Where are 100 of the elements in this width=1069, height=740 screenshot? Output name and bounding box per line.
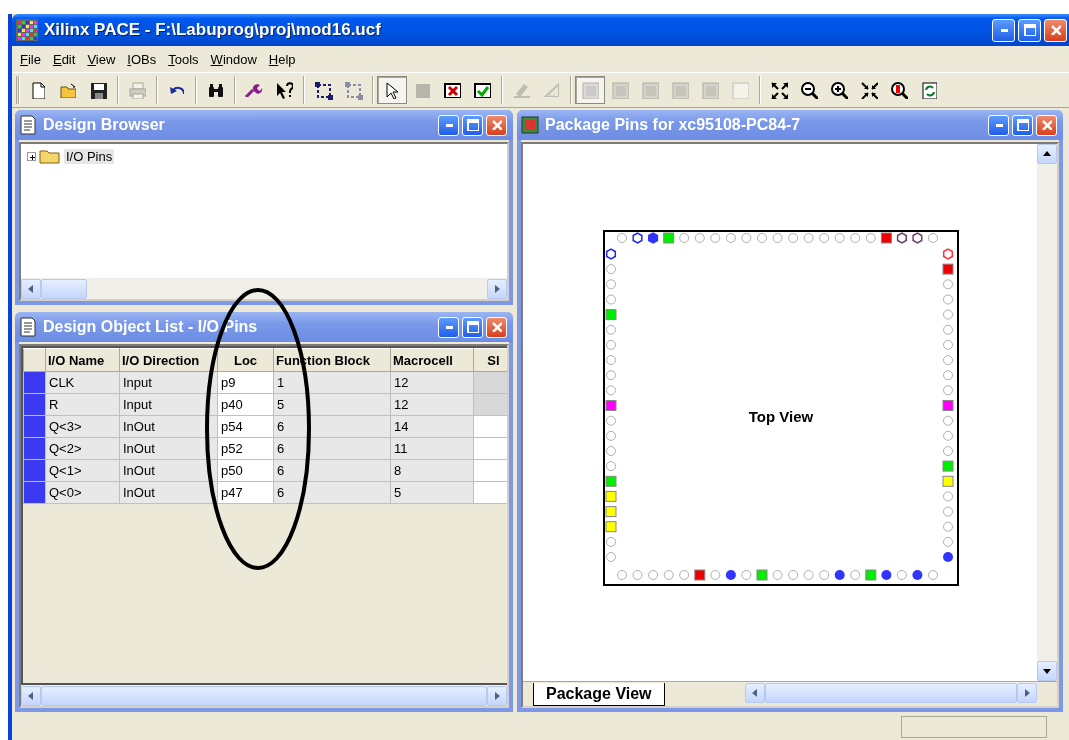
pin-square[interactable] [694,569,706,581]
pin-circle[interactable] [943,506,953,517]
pin-square[interactable] [942,263,954,275]
row-marker[interactable] [23,393,46,416]
pin-circle[interactable] [943,446,953,456]
pin-circle[interactable] [632,570,643,580]
horizontal-scrollbar[interactable] [744,682,1037,703]
scroll-right-button[interactable] [487,686,507,706]
pin-circle[interactable] [943,294,953,305]
pin-circle[interactable] [606,279,616,290]
row-marker[interactable] [23,437,46,460]
pin-circle[interactable] [741,570,752,580]
pin-circle[interactable] [788,570,799,580]
pin-circle[interactable] [606,461,616,472]
pin-circle[interactable] [943,430,953,441]
pin-circle[interactable] [943,355,953,366]
pin-circle[interactable] [943,491,953,502]
pin-square[interactable] [942,475,954,487]
row-marker[interactable] [23,415,46,438]
pin-square[interactable] [880,232,892,244]
column-header[interactable]: I/O Direction [119,348,218,372]
pin-circle[interactable] [803,233,814,243]
pin-square[interactable] [663,232,675,244]
pin-dot[interactable] [881,570,892,580]
pin-square[interactable] [865,569,877,581]
pin-hexagon[interactable] [942,248,954,260]
pin-dot[interactable] [725,570,736,580]
minimize-button[interactable] [438,114,459,136]
scroll-thumb[interactable] [41,279,87,299]
pin-circle[interactable] [606,415,616,426]
scroll-left-button[interactable] [21,686,41,706]
pin-square[interactable] [605,521,617,533]
maximize-button[interactable] [462,114,483,136]
scroll-right-button[interactable] [487,279,507,299]
horizontal-scrollbar[interactable] [21,278,507,299]
row-marker[interactable] [23,459,46,482]
pin-circle[interactable] [943,385,953,396]
pin-circle[interactable] [606,355,616,366]
expand-toggle[interactable] [27,151,36,161]
pin-dot[interactable] [943,552,953,562]
pin-dot[interactable] [912,570,923,580]
pin-hexagon[interactable] [896,232,907,244]
pin-circle[interactable] [710,570,721,580]
pin-circle[interactable] [834,233,845,243]
scroll-right-button[interactable] [1017,683,1037,703]
maximize-button[interactable] [1012,114,1033,136]
pin-circle[interactable] [928,233,938,243]
column-header[interactable]: Loc [217,348,274,372]
pin-circle[interactable] [741,233,752,243]
pin-circle[interactable] [648,570,659,580]
scroll-up-button[interactable] [1037,144,1057,164]
pin-circle[interactable] [943,324,953,335]
pin-circle[interactable] [617,233,627,243]
pin-hexagon[interactable] [648,232,659,244]
pin-circle[interactable] [606,339,616,350]
row-marker[interactable] [23,481,46,504]
pin-circle[interactable] [850,233,861,243]
pin-circle[interactable] [679,233,690,243]
column-header[interactable]: Macrocell [390,348,474,372]
column-header[interactable]: Sl [473,348,507,372]
column-header[interactable]: I/O Name [45,348,120,372]
menu-item[interactable]: Edit [46,49,82,69]
close-button[interactable] [1044,18,1067,42]
pin-circle[interactable] [606,294,616,305]
pin-circle[interactable] [757,233,767,243]
close-button[interactable] [486,316,507,338]
pin-circle[interactable] [606,430,616,441]
pin-circle[interactable] [943,370,953,381]
row-marker[interactable] [23,371,46,394]
tree-item[interactable]: I/O Pins [64,148,115,164]
pin-square[interactable] [942,460,954,472]
menu-item[interactable]: IOBs [121,49,163,69]
pin-circle[interactable] [788,233,799,243]
pin-circle[interactable] [943,415,953,426]
menu-item[interactable]: File [14,49,47,69]
pin-circle[interactable] [943,521,953,532]
pin-hexagon[interactable] [632,232,643,244]
pin-dot[interactable] [834,570,845,580]
minimize-button[interactable] [988,114,1009,136]
menu-item[interactable]: Help [262,49,302,69]
tab[interactable]: Package View [533,683,665,706]
scroll-down-button[interactable] [1037,661,1057,681]
pin-hexagon[interactable] [912,232,923,244]
menu-item[interactable]: Tools [162,49,205,69]
maximize-button[interactable] [462,316,483,338]
pin-circle[interactable] [803,570,814,580]
pin-circle[interactable] [606,552,616,562]
pin-circle[interactable] [772,233,783,243]
pin-circle[interactable] [606,324,616,335]
pin-circle[interactable] [943,279,953,290]
pin-circle[interactable] [943,339,953,350]
close-button[interactable] [1036,114,1057,136]
pin-square[interactable] [605,475,617,487]
pin-circle[interactable] [896,570,907,580]
pin-circle[interactable] [850,570,861,580]
pin-circle[interactable] [694,233,705,243]
pin-circle[interactable] [617,570,627,580]
pin-circle[interactable] [606,370,616,381]
pin-square[interactable] [605,506,617,518]
scroll-thumb[interactable] [764,683,1017,703]
